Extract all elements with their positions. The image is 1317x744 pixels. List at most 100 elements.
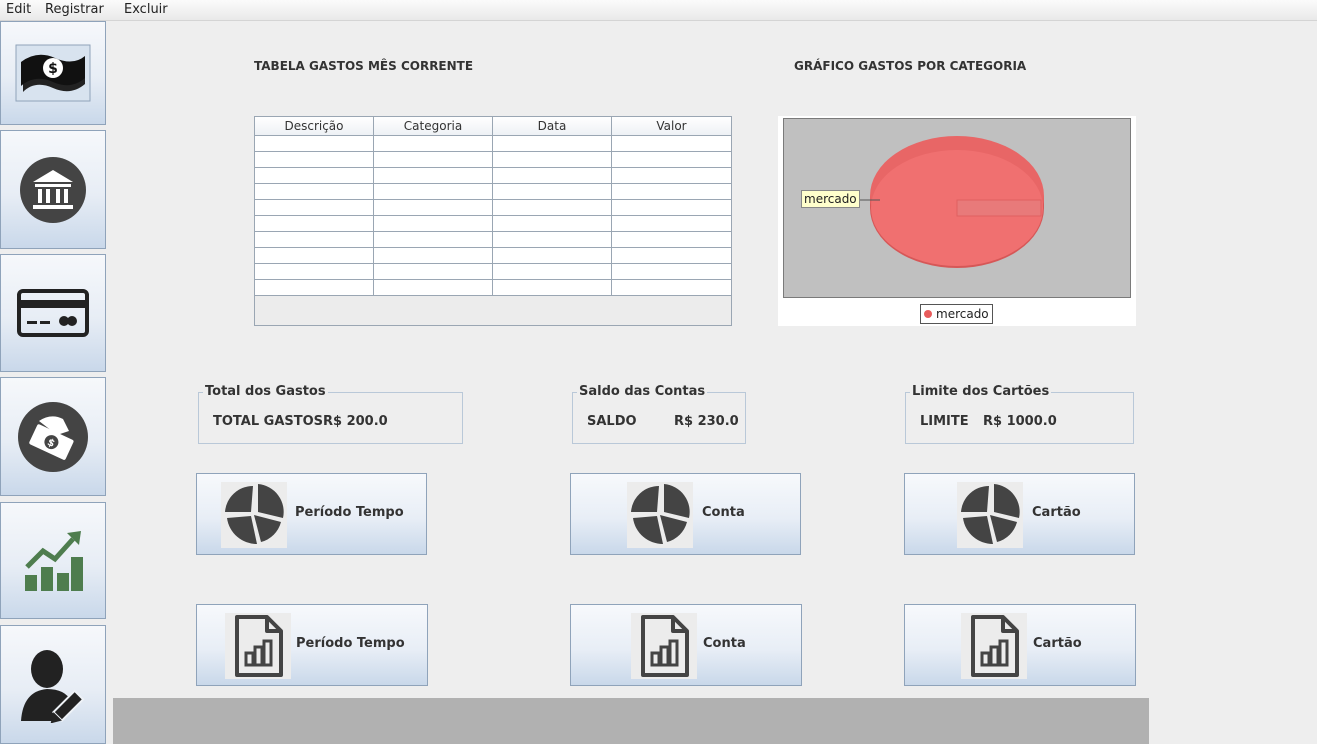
svg-text:$: $ (48, 61, 58, 77)
column-header[interactable]: Categoria (374, 117, 493, 135)
sidebar-item-expenses[interactable]: $ (0, 21, 106, 125)
table-cell[interactable] (374, 136, 493, 152)
table-cell[interactable] (255, 200, 374, 216)
table-cell[interactable] (374, 216, 493, 232)
button-label: Conta (702, 505, 745, 520)
button-label: Cartão (1032, 505, 1081, 520)
chart-conta-button[interactable]: Conta (570, 473, 801, 555)
table-row[interactable] (255, 264, 731, 280)
expenses-table[interactable]: Descrição Categoria Data Valor (254, 116, 732, 326)
sidebar-item-payments[interactable]: $ (0, 377, 106, 496)
saldo-label: SALDO (587, 414, 637, 429)
pie-chart-icon (627, 482, 693, 548)
table-row[interactable] (255, 136, 731, 152)
report-cartao-button[interactable]: Cartão (904, 604, 1136, 686)
table-cell[interactable] (493, 216, 612, 232)
table-cell[interactable] (374, 168, 493, 184)
cash-payment-icon: $ (18, 401, 88, 472)
panel-title: Saldo das Contas (577, 384, 708, 399)
menu-registrar[interactable]: Registrar (42, 1, 107, 18)
menu-excluir[interactable]: Excluir (121, 1, 171, 18)
sidebar-item-reports[interactable] (0, 502, 106, 619)
table-cell[interactable] (374, 184, 493, 200)
chart-title: GRÁFICO GASTOS POR CATEGORIA (794, 59, 1027, 73)
pie-chart (860, 136, 1044, 268)
column-header[interactable]: Data (493, 117, 612, 135)
table-cell[interactable] (374, 264, 493, 280)
table-cell[interactable] (255, 152, 374, 168)
sidebar-item-bank[interactable] (0, 130, 106, 249)
chart-cartao-button[interactable]: Cartão (904, 473, 1135, 555)
table-cell[interactable] (612, 264, 731, 280)
table-cell[interactable] (612, 280, 731, 296)
table-cell[interactable] (612, 248, 731, 264)
growth-chart-icon (25, 530, 83, 591)
menu-edit[interactable]: Edit (3, 1, 34, 18)
chart-periodo-button[interactable]: Período Tempo (196, 473, 427, 555)
table-cell[interactable] (255, 136, 374, 152)
total-gastos-panel: Total dos Gastos TOTAL GASTOS R$ 200.0 (198, 384, 463, 444)
bottom-strip (113, 698, 1149, 744)
menu-bar: Edit Registrar Excluir (0, 0, 1317, 21)
sidebar-item-profile[interactable] (0, 625, 106, 744)
table-cell[interactable] (255, 264, 374, 280)
table-cell[interactable] (612, 184, 731, 200)
legend-swatch (924, 310, 932, 318)
table-cell[interactable] (493, 168, 612, 184)
table-cell[interactable] (493, 184, 612, 200)
limite-label: LIMITE (920, 414, 969, 429)
table-row[interactable] (255, 232, 731, 248)
sidebar-item-cards[interactable] (0, 254, 106, 372)
table-cell[interactable] (255, 248, 374, 264)
table-cell[interactable] (493, 136, 612, 152)
table-cell[interactable] (493, 280, 612, 296)
table-cell[interactable] (255, 280, 374, 296)
table-cell[interactable] (493, 152, 612, 168)
table-row[interactable] (255, 280, 731, 296)
table-cell[interactable] (612, 216, 731, 232)
column-header[interactable]: Descrição (255, 117, 374, 135)
table-cell[interactable] (374, 200, 493, 216)
table-cell[interactable] (612, 136, 731, 152)
table-row[interactable] (255, 152, 731, 168)
table-row[interactable] (255, 168, 731, 184)
table-body (255, 136, 731, 296)
table-row[interactable] (255, 184, 731, 200)
slice-label: mercado (801, 190, 860, 208)
table-cell[interactable] (493, 232, 612, 248)
user-edit-icon (21, 649, 85, 723)
column-header[interactable]: Valor (612, 117, 731, 135)
table-cell[interactable] (493, 248, 612, 264)
table-cell[interactable] (374, 248, 493, 264)
table-cell[interactable] (612, 200, 731, 216)
table-row[interactable] (255, 200, 731, 216)
total-gastos-label: TOTAL GASTOS (213, 414, 324, 429)
legend-item: mercado (936, 307, 989, 321)
table-cell[interactable] (255, 168, 374, 184)
report-document-icon (631, 613, 697, 679)
button-label: Período Tempo (296, 636, 405, 651)
saldo-value: R$ 230.0 (674, 414, 739, 429)
table-cell[interactable] (255, 232, 374, 248)
sidebar: $ $ (0, 21, 112, 744)
table-row[interactable] (255, 248, 731, 264)
table-row[interactable] (255, 216, 731, 232)
table-cell[interactable] (493, 200, 612, 216)
table-cell[interactable] (612, 168, 731, 184)
limite-panel: Limite dos Cartões LIMITE R$ 1000.0 (905, 384, 1134, 444)
panel-title: Limite dos Cartões (910, 384, 1052, 399)
table-cell[interactable] (374, 232, 493, 248)
report-document-icon (961, 613, 1027, 679)
chart-plot-area: mercado (783, 118, 1131, 298)
table-cell[interactable] (612, 152, 731, 168)
table-cell[interactable] (493, 264, 612, 280)
table-header: Descrição Categoria Data Valor (255, 117, 731, 136)
table-cell[interactable] (374, 280, 493, 296)
table-cell[interactable] (612, 232, 731, 248)
table-cell[interactable] (374, 152, 493, 168)
report-periodo-button[interactable]: Período Tempo (196, 604, 428, 686)
table-cell[interactable] (255, 216, 374, 232)
table-cell[interactable] (255, 184, 374, 200)
report-document-icon (225, 613, 291, 679)
report-conta-button[interactable]: Conta (570, 604, 802, 686)
